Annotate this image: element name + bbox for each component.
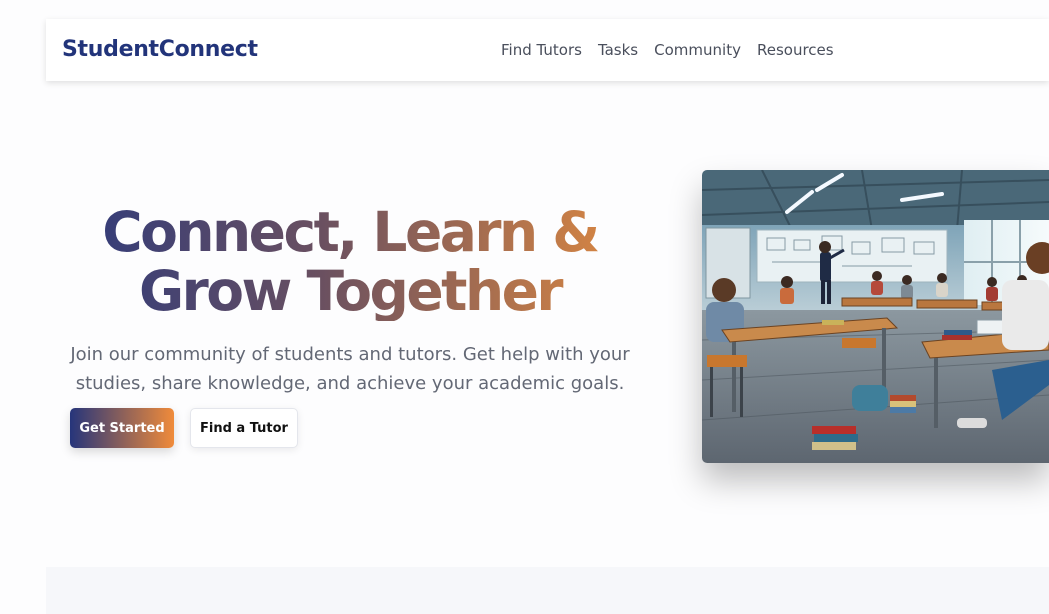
hero-subtitle-line-1: Join our community of students and tutor… — [70, 344, 630, 365]
next-section-band — [46, 567, 1049, 614]
nav-link-resources[interactable]: Resources — [757, 41, 834, 59]
classroom-illustration-icon — [702, 170, 1049, 463]
brand-logo[interactable]: StudentConnect — [62, 37, 258, 62]
hero-title-line-1: Connect, Learn & — [102, 200, 598, 264]
hero-subtitle: Join our community of students and tutor… — [60, 340, 640, 398]
hero-title-line-2: Grow Together — [138, 259, 562, 323]
nav-link-find-tutors[interactable]: Find Tutors — [501, 41, 582, 59]
nav-link-tasks[interactable]: Tasks — [598, 41, 638, 59]
hero-subtitle-line-2: studies, share knowledge, and achieve yo… — [75, 373, 625, 394]
find-a-tutor-button[interactable]: Find a Tutor — [190, 408, 298, 448]
hero-classroom-image — [702, 170, 1049, 463]
hero-title: Connect, Learn & Grow Together — [60, 203, 640, 321]
get-started-button[interactable]: Get Started — [70, 408, 174, 448]
top-navbar: StudentConnect Find Tutors Tasks Communi… — [46, 19, 1049, 81]
nav-link-community[interactable]: Community — [654, 41, 741, 59]
nav-links: Find Tutors Tasks Community Resources — [501, 41, 834, 59]
